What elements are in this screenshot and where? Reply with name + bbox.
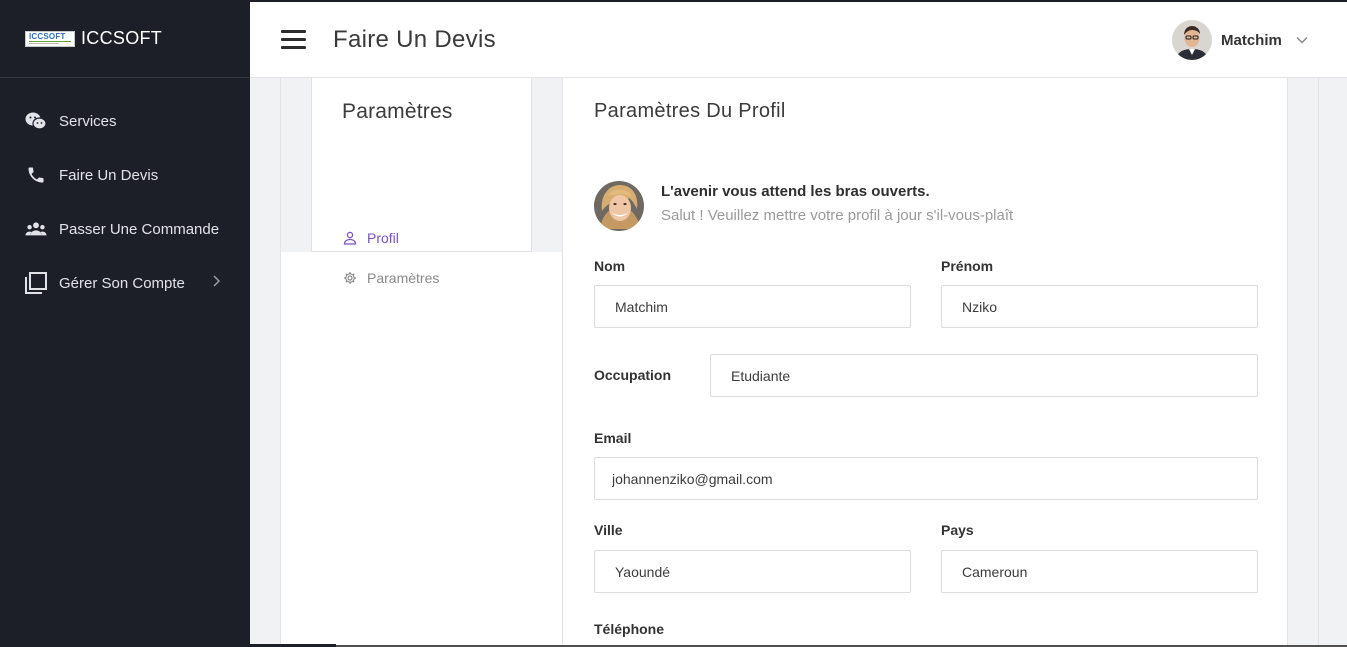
sidebar-item-faire-un-devis[interactable]: Faire Un Devis — [0, 148, 250, 202]
prenom-field[interactable] — [941, 285, 1258, 328]
brand-name: ICCSOFT — [81, 28, 163, 48]
hamburger-icon — [281, 30, 306, 33]
prenom-label: Prénom — [941, 258, 994, 274]
settings-menu-title: Paramètres — [342, 100, 453, 123]
pays-label: Pays — [941, 522, 974, 538]
sidebar-item-passer-une-commande[interactable]: Passer Une Commande — [0, 202, 250, 256]
avatar — [1172, 20, 1212, 60]
profile-welcome: L'avenir vous attend les bras ouverts. S… — [594, 181, 1013, 231]
brand-logo-text: ICCSOFT — [29, 31, 66, 41]
welcome-heading: L'avenir vous attend les bras ouverts. — [661, 183, 930, 200]
sidebar-item-gerer-son-compte[interactable]: Gérer Son Compte — [0, 256, 250, 310]
ville-label: Ville — [594, 522, 623, 538]
sidebar-nav: Services Faire Un Devis Passer Une Comma… — [0, 78, 250, 310]
sidebar-item-label: Gérer Son Compte — [59, 274, 185, 292]
chevron-right-icon — [212, 274, 221, 292]
brand[interactable]: ICCSOFT ICCSOFT — [0, 0, 250, 78]
sidebar-item-label: Faire Un Devis — [59, 166, 159, 184]
settings-link-profil[interactable]: Profil — [342, 230, 399, 246]
user-menu[interactable]: Matchim — [1172, 20, 1308, 60]
brand-logo: ICCSOFT — [25, 30, 75, 47]
sidebar-item-services[interactable]: Services — [0, 94, 250, 148]
welcome-text-block: L'avenir vous attend les bras ouverts. S… — [661, 181, 1013, 231]
phone-icon — [25, 164, 47, 186]
telephone-label: Téléphone — [594, 621, 665, 637]
wechat-icon — [25, 110, 47, 132]
ville-field[interactable] — [594, 550, 911, 593]
sidebar-item-label: Services — [59, 112, 117, 130]
profile-settings-panel: Paramètres Du Profil L'avenir vous atten… — [562, 78, 1288, 647]
nom-label: Nom — [594, 258, 626, 274]
settings-link-label: Paramètres — [367, 270, 440, 286]
email-field[interactable] — [594, 457, 1258, 500]
content-fill — [281, 252, 563, 647]
user-name: Matchim — [1221, 31, 1282, 49]
top-header: Faire Un Devis Matchim — [250, 0, 1347, 78]
occupation-field[interactable] — [710, 354, 1258, 397]
occupation-label: Occupation — [594, 367, 672, 383]
settings-link-parametres[interactable]: Paramètres — [342, 270, 439, 286]
gear-icon — [342, 270, 358, 286]
pays-field[interactable] — [941, 550, 1258, 593]
window-icon — [25, 272, 47, 294]
user-icon — [342, 230, 358, 246]
sidebar-item-label: Passer Une Commande — [59, 220, 220, 238]
settings-link-label: Profil — [367, 230, 399, 246]
welcome-subtext: Salut ! Veuillez mettre votre profil à j… — [661, 207, 1014, 224]
profile-picture[interactable] — [594, 181, 644, 231]
panel-title: Paramètres Du Profil — [594, 100, 786, 122]
sidebar: ICCSOFT ICCSOFT Services Faire Un Devis … — [0, 0, 250, 647]
menu-toggle-button[interactable] — [281, 30, 306, 50]
page-title: Faire Un Devis — [333, 26, 496, 53]
email-label: Email — [594, 430, 632, 446]
people-icon — [25, 218, 47, 240]
chevron-down-icon — [1296, 31, 1308, 49]
settings-menu-card: Paramètres Profil Paramètres — [311, 78, 532, 286]
nom-field[interactable] — [594, 285, 911, 328]
